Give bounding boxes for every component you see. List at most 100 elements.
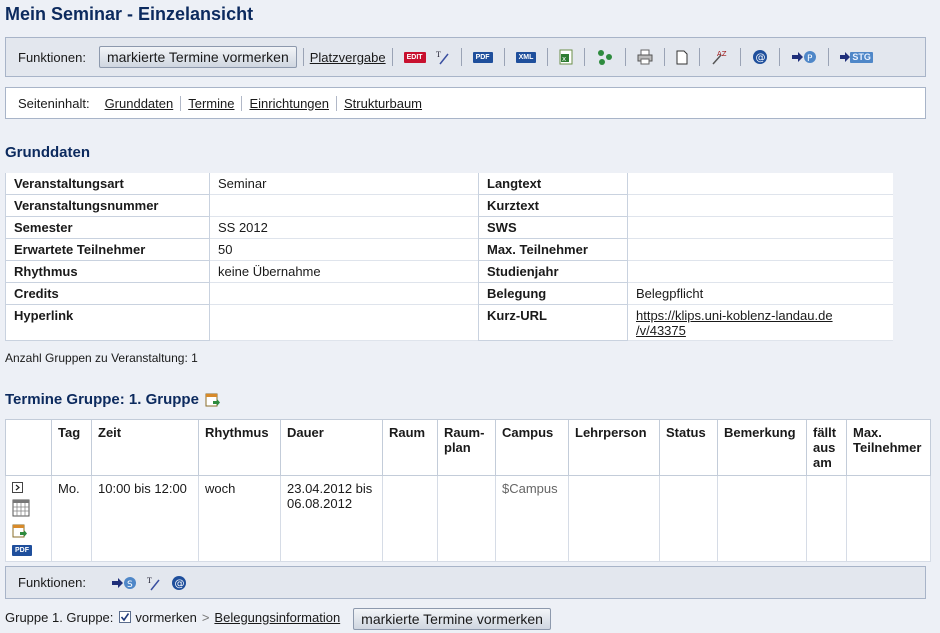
belegungsinformation-link[interactable]: Belegungsinformation [214, 610, 340, 625]
nav-link-einrichtungen[interactable]: Einrichtungen [249, 96, 329, 111]
cell-faellt-aus [806, 475, 847, 562]
nav-link-strukturbaum[interactable]: Strukturbaum [344, 96, 422, 111]
cell-lehrperson [568, 475, 660, 562]
field-label: Langtext [478, 173, 628, 195]
table-row: Rhythmus keine Übernahme Studienjahr [5, 261, 893, 283]
field-label: Kurz-URL [478, 305, 628, 341]
arrow-p-icon[interactable]: P [791, 49, 817, 65]
print-icon[interactable] [637, 49, 653, 65]
field-value: 50 [210, 239, 478, 261]
field-label: Semester [5, 217, 210, 239]
field-label: Max. Teilnehmer [478, 239, 628, 261]
svg-text:x: x [562, 55, 566, 63]
field-value: Seminar [210, 173, 478, 195]
field-value [628, 217, 893, 239]
cell-bemerkung [717, 475, 807, 562]
email-icon[interactable]: @ [171, 575, 187, 591]
sort-az-icon[interactable]: AZ [711, 49, 729, 65]
field-value [628, 195, 893, 217]
table-row: Credits Belegung Belegpflicht [5, 283, 893, 305]
field-label: Erwartete Teilnehmer [5, 239, 210, 261]
edit-icon[interactable]: EDIT [403, 51, 426, 63]
page-title: Mein Seminar - Einzelansicht [5, 4, 254, 24]
table-row: Hyperlink Kurz-URL https://klips.uni-kob… [5, 305, 893, 341]
function-bar: Funktionen: markierte Termine vormerken … [5, 37, 926, 77]
section-heading-termine: Termine Gruppe: 1. Gruppe [5, 391, 226, 408]
page-content-nav: Seiteninhalt: Grunddaten Termine Einrich… [5, 87, 926, 119]
group-label: Gruppe 1. Gruppe: [5, 609, 114, 625]
text-edit-icon[interactable]: T [436, 49, 450, 65]
divider [664, 48, 666, 66]
vormerken-label: vormerken [135, 609, 197, 625]
arrow-s-icon[interactable]: S [111, 575, 137, 591]
share-icon[interactable] [596, 48, 614, 66]
field-value: keine Übernahme [210, 261, 478, 283]
platzvergabe-link[interactable]: Platzvergabe [310, 50, 386, 65]
divider [625, 48, 627, 66]
vormerken-checkbox[interactable] [119, 611, 132, 623]
column-header-status: Status [659, 419, 718, 476]
cell-status [659, 475, 718, 562]
field-value [210, 195, 478, 217]
nav-link-grunddaten[interactable]: Grunddaten [105, 96, 174, 111]
field-value [210, 305, 478, 341]
divider [180, 95, 182, 111]
divider [699, 48, 701, 66]
field-value [628, 261, 893, 283]
email-icon[interactable]: @ [752, 49, 768, 65]
expand-icon[interactable] [12, 481, 23, 496]
pdf-icon[interactable]: PDF [472, 51, 493, 63]
excel-icon[interactable]: x [559, 49, 573, 65]
svg-text:T: T [147, 576, 152, 585]
mark-dates-button[interactable]: markierte Termine vormerken [98, 46, 297, 68]
table-row: Veranstaltungsnummer Kurztext [5, 195, 893, 217]
table-header-row: Tag Zeit Rhythmus Dauer Raum Raum-plan C… [5, 419, 931, 476]
divider [241, 95, 243, 111]
cell-zeit: 10:00 bis 12:00 [91, 475, 199, 562]
export-calendar-icon[interactable] [205, 392, 221, 408]
cell-rhythmus: woch [198, 475, 281, 562]
group-count: Anzahl Gruppen zu Veranstaltung: 1 [5, 351, 198, 365]
divider [460, 48, 462, 66]
pdf-icon[interactable]: PDF [12, 545, 32, 556]
mark-dates-button[interactable]: markierte Termine vormerken [353, 608, 551, 630]
arrow-stg-icon[interactable]: STG [840, 49, 873, 65]
divider [335, 95, 337, 111]
kurz-url-link[interactable]: https://klips.uni-koblenz-landau.de/v/43… [636, 308, 833, 338]
termine-table: Tag Zeit Rhythmus Dauer Raum Raum-plan C… [5, 419, 931, 562]
function-bar-label: Funktionen: [18, 575, 86, 590]
grunddaten-table: Veranstaltungsart Seminar Langtext Veran… [5, 173, 893, 341]
column-header-tag: Tag [51, 419, 92, 476]
cell-dauer: 23.04.2012 bis 06.08.2012 [280, 475, 383, 562]
field-label: Credits [5, 283, 210, 305]
field-label: Veranstaltungsart [5, 173, 210, 195]
xml-icon[interactable]: XML [515, 51, 537, 63]
page-content-label: Seiteninhalt: [18, 95, 90, 111]
calendar-icon[interactable] [12, 499, 30, 520]
column-header-lehrperson: Lehrperson [568, 419, 660, 476]
field-label: Hyperlink [5, 305, 210, 341]
field-value [628, 239, 893, 261]
table-row: Veranstaltungsart Seminar Langtext [5, 173, 893, 195]
svg-text:@: @ [756, 53, 766, 64]
divider [391, 48, 393, 66]
divider [547, 48, 549, 66]
column-header-campus: Campus [495, 419, 569, 476]
nav-link-termine[interactable]: Termine [188, 96, 234, 111]
divider [302, 48, 304, 66]
divider [828, 48, 830, 66]
export-calendar-icon[interactable] [12, 523, 28, 542]
field-label: Rhythmus [5, 261, 210, 283]
divider [584, 48, 586, 66]
arrow-separator: > [201, 609, 210, 625]
svg-text:S: S [127, 580, 133, 590]
column-header-raumplan: Raum-plan [437, 419, 496, 476]
field-label: Studienjahr [478, 261, 628, 283]
column-header-max-teilnehmer: Max. Teilnehmer [846, 419, 931, 476]
column-header-actions [5, 419, 52, 476]
document-icon[interactable] [676, 50, 688, 65]
text-edit-icon[interactable]: T [147, 575, 161, 591]
column-header-bemerkung: Bemerkung [717, 419, 807, 476]
function-bar-label: Funktionen: [18, 49, 86, 65]
divider [503, 48, 505, 66]
